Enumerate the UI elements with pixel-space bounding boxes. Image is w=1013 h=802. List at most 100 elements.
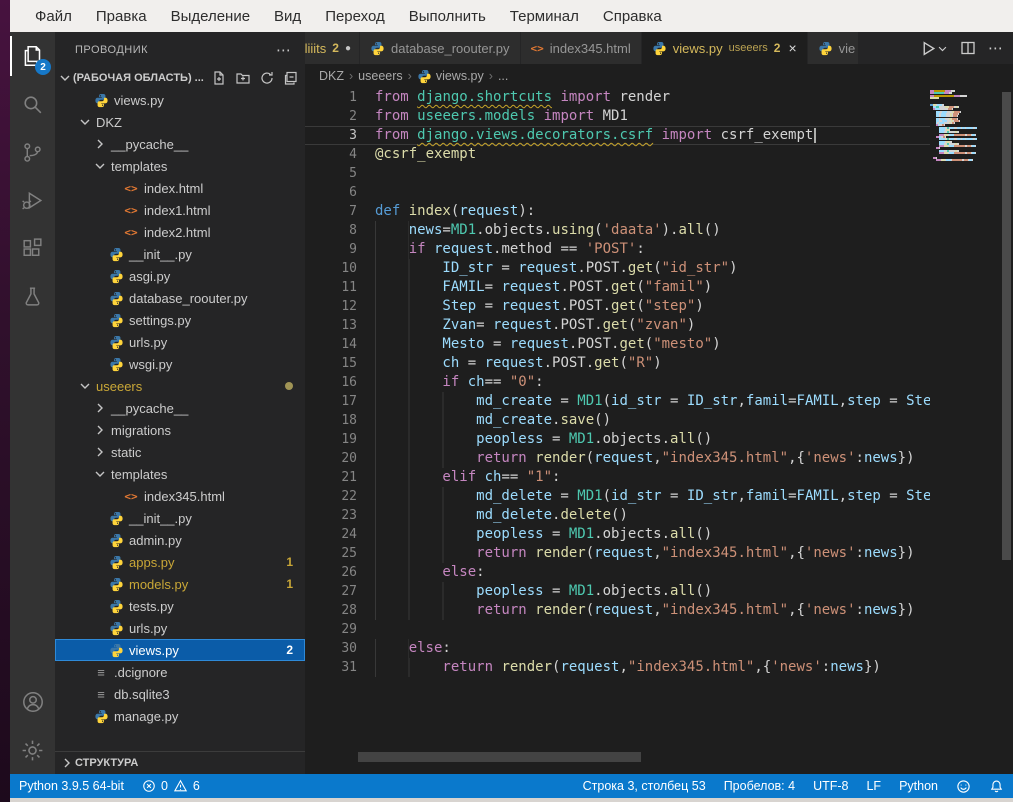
tree-item-views.py[interactable]: views.py xyxy=(55,89,305,111)
code-line-26[interactable]: 26else: xyxy=(305,563,930,582)
line-number[interactable]: 6 xyxy=(305,183,357,202)
line-number[interactable]: 10 xyxy=(305,259,357,278)
line-number[interactable]: 23 xyxy=(305,506,357,525)
activity-run-debug-button[interactable] xyxy=(10,176,55,224)
code-line-13[interactable]: 13Zvan= request.POST.get("zvan") xyxy=(305,316,930,335)
minimap[interactable] xyxy=(930,88,1000,760)
vertical-scrollbar[interactable] xyxy=(1000,88,1013,760)
menu-item-вид[interactable]: Вид xyxy=(263,4,312,29)
code-line-25[interactable]: 25return render(request,"index345.html",… xyxy=(305,544,930,563)
tree-item-admin.py[interactable]: admin.py xyxy=(55,529,305,551)
line-number[interactable]: 11 xyxy=(305,278,357,297)
code-line-17[interactable]: 17md_create = MD1(id_str = ID_str,famil=… xyxy=(305,392,930,411)
line-number[interactable]: 31 xyxy=(305,658,357,677)
python-interpreter-status[interactable]: Python 3.9.5 64-bit xyxy=(10,774,133,798)
code-line-15[interactable]: 15ch = request.POST.get("R") xyxy=(305,354,930,373)
menu-item-выполнить[interactable]: Выполнить xyxy=(398,4,497,29)
tree-item-__pycache__[interactable]: __pycache__ xyxy=(55,133,305,155)
tree-item-__init__.py[interactable]: __init__.py xyxy=(55,243,305,265)
run-python-file-button[interactable] xyxy=(920,40,948,57)
menu-item-терминал[interactable]: Терминал xyxy=(499,4,590,29)
code-line-28[interactable]: 28return render(request,"index345.html",… xyxy=(305,601,930,620)
tree-item-templates[interactable]: templates xyxy=(55,155,305,177)
tree-item-apps.py[interactable]: apps.py1 xyxy=(55,551,305,573)
code-editor[interactable]: 1from django.shortcuts import render2fro… xyxy=(305,88,1013,774)
line-number[interactable]: 3 xyxy=(305,127,357,144)
line-number[interactable]: 28 xyxy=(305,601,357,620)
menu-item-правка[interactable]: Правка xyxy=(85,4,158,29)
code-line-16[interactable]: 16if ch== "0": xyxy=(305,373,930,392)
explorer-more-actions-icon[interactable]: ⋯ xyxy=(276,41,291,59)
code-line-8[interactable]: 8news=MD1.objects.using('daata').all() xyxy=(305,221,930,240)
tree-item-views.py[interactable]: views.py2 xyxy=(55,639,305,661)
menu-item-выделение[interactable]: Выделение xyxy=(160,4,261,29)
line-number[interactable]: 25 xyxy=(305,544,357,563)
line-number[interactable]: 8 xyxy=(305,221,357,240)
code-line-29[interactable]: 29 xyxy=(305,620,930,639)
tree-item-migrations[interactable]: migrations xyxy=(55,419,305,441)
code-line-9[interactable]: 9if request.method == 'POST': xyxy=(305,240,930,259)
breadcrumb-item-views.py[interactable]: views.py xyxy=(417,69,484,84)
tab-index345.html[interactable]: <>index345.html xyxy=(521,32,642,64)
line-number[interactable]: 12 xyxy=(305,297,357,316)
code-line-12[interactable]: 12Step = request.POST.get("step") xyxy=(305,297,930,316)
code-line-11[interactable]: 11FAMIL= request.POST.get("famil") xyxy=(305,278,930,297)
code-line-5[interactable]: 5 xyxy=(305,164,930,183)
line-number[interactable]: 21 xyxy=(305,468,357,487)
line-number[interactable]: 30 xyxy=(305,639,357,658)
tree-item-models.py[interactable]: models.py1 xyxy=(55,573,305,595)
line-number[interactable]: 16 xyxy=(305,373,357,392)
line-number[interactable]: 18 xyxy=(305,411,357,430)
new-file-icon[interactable] xyxy=(211,70,227,86)
line-number[interactable]: 2 xyxy=(305,107,357,126)
tree-item-urls.py[interactable]: urls.py xyxy=(55,331,305,353)
eol-status[interactable]: LF xyxy=(857,774,890,798)
tree-item-asgi.py[interactable]: asgi.py xyxy=(55,265,305,287)
tree-item-useeers[interactable]: useeers xyxy=(55,375,305,397)
indentation-status[interactable]: Пробелов: 4 xyxy=(715,774,804,798)
line-number[interactable]: 26 xyxy=(305,563,357,582)
breadcrumb-item-useeers[interactable]: useeers xyxy=(358,69,402,83)
code-line-7[interactable]: 7def index(request): xyxy=(305,202,930,221)
line-number[interactable]: 5 xyxy=(305,164,357,183)
code-line-21[interactable]: 21elif ch== "1": xyxy=(305,468,930,487)
line-number[interactable]: 19 xyxy=(305,430,357,449)
line-number[interactable]: 14 xyxy=(305,335,357,354)
tab-views.py[interactable]: views.pyuseeers2× xyxy=(642,32,808,64)
breadcrumb-item-...[interactable]: ... xyxy=(498,69,508,83)
breadcrumb-item-DKZ[interactable]: DKZ xyxy=(319,69,344,83)
menu-item-переход[interactable]: Переход xyxy=(314,4,396,29)
collapse-all-icon[interactable] xyxy=(283,70,299,86)
code-line-22[interactable]: 22md_delete = MD1(id_str = ID_str,famil=… xyxy=(305,487,930,506)
horizontal-scrollbar[interactable] xyxy=(305,752,930,762)
tree-item-__pycache__[interactable]: __pycache__ xyxy=(55,397,305,419)
menu-item-справка[interactable]: Справка xyxy=(592,4,673,29)
activity-extensions-button[interactable] xyxy=(10,224,55,272)
tree-item-templates[interactable]: templates xyxy=(55,463,305,485)
code-line-20[interactable]: 20return render(request,"index345.html",… xyxy=(305,449,930,468)
line-number[interactable]: 22 xyxy=(305,487,357,506)
tree-item-db.sqlite3[interactable]: ≡db.sqlite3 xyxy=(55,683,305,705)
code-line-24[interactable]: 24peopless = MD1.objects.all() xyxy=(305,525,930,544)
line-number[interactable]: 7 xyxy=(305,202,357,221)
cursor-position-status[interactable]: Строка 3, столбец 53 xyxy=(574,774,715,798)
tree-item-.dcignore[interactable]: ≡.dcignore xyxy=(55,661,305,683)
code-line-23[interactable]: 23md_delete.delete() xyxy=(305,506,930,525)
tab-vie[interactable]: vie xyxy=(808,32,858,64)
line-number[interactable]: 9 xyxy=(305,240,357,259)
activity-testing-button[interactable] xyxy=(10,272,55,320)
code-content[interactable]: 1from django.shortcuts import render2fro… xyxy=(305,88,930,677)
code-line-3[interactable]: 3from django.views.decorators.csrf impor… xyxy=(305,126,930,145)
tree-item-index1.html[interactable]: <>index1.html xyxy=(55,199,305,221)
line-number[interactable]: 15 xyxy=(305,354,357,373)
split-editor-button[interactable] xyxy=(960,40,976,56)
tree-item-tests.py[interactable]: tests.py xyxy=(55,595,305,617)
tree-item-index2.html[interactable]: <>index2.html xyxy=(55,221,305,243)
activity-accounts-button[interactable] xyxy=(10,678,55,726)
code-line-14[interactable]: 14Mesto = request.POST.get("mesto") xyxy=(305,335,930,354)
tree-item-manage.py[interactable]: manage.py xyxy=(55,705,305,727)
activity-search-button[interactable] xyxy=(10,80,55,128)
notifications-bell-button[interactable] xyxy=(980,774,1013,798)
menu-item-файл[interactable]: Файл xyxy=(24,4,83,29)
code-line-1[interactable]: 1from django.shortcuts import render xyxy=(305,88,930,107)
